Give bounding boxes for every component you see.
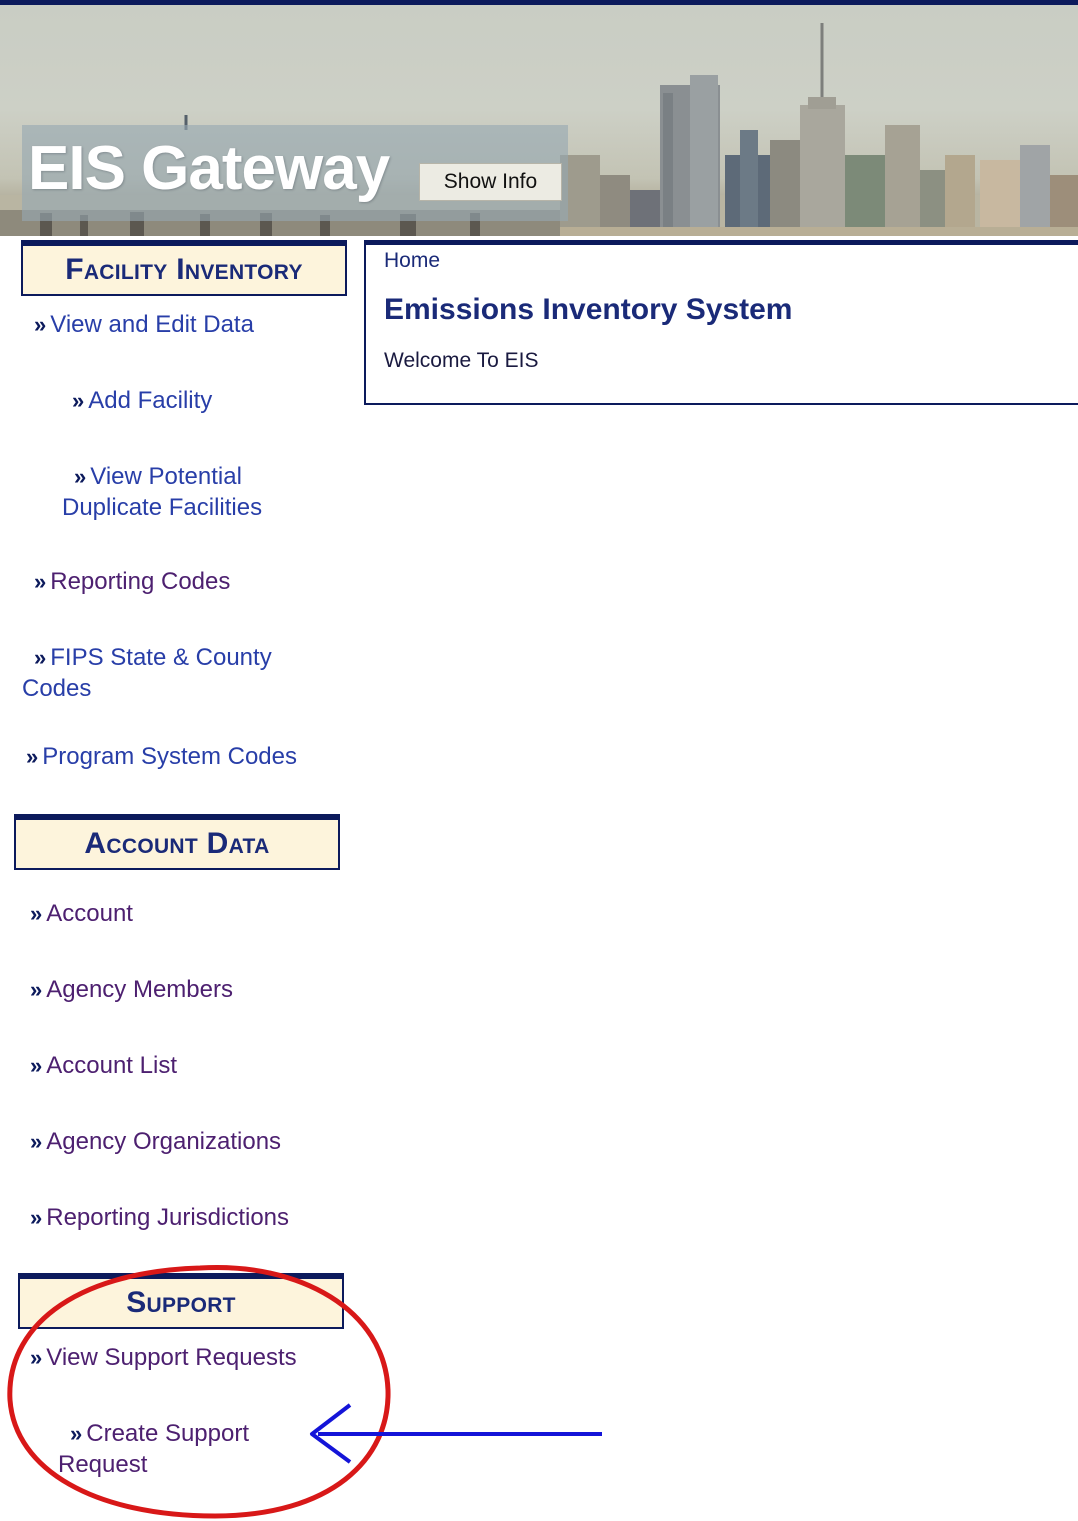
link-label: Agency Members — [46, 976, 233, 1003]
link-label-line1: FIPS State & County — [50, 644, 272, 671]
create-support-request-link[interactable]: » Create Support Request — [58, 1418, 249, 1480]
link-label-line2: Request — [58, 1451, 148, 1478]
link-label: Program System Codes — [42, 743, 298, 770]
double-chevron-right-icon: » — [72, 388, 85, 413]
link-label: View and Edit Data — [50, 311, 254, 338]
account-link[interactable]: » Account — [30, 898, 133, 929]
link-label-line2: Codes — [22, 675, 92, 702]
breadcrumb-home[interactable]: Home — [384, 249, 440, 273]
site-title: EIS Gateway — [28, 134, 390, 203]
link-label: View Support Requests — [46, 1344, 297, 1371]
agency-organizations-link[interactable]: » Agency Organizations — [30, 1126, 281, 1157]
agency-members-link[interactable]: » Agency Members — [30, 974, 233, 1005]
double-chevron-right-icon: » — [34, 312, 47, 337]
link-label: Account — [46, 900, 133, 927]
link-label-line2: Duplicate Facilities — [62, 494, 263, 521]
welcome-text: Welcome To EIS — [384, 349, 539, 372]
double-chevron-right-icon: » — [34, 569, 47, 594]
reporting-codes-link[interactable]: » Reporting Codes — [34, 566, 230, 597]
reporting-jurisdictions-link[interactable]: » Reporting Jurisdictions — [30, 1202, 289, 1233]
facility-inventory-header: Facility Inventory — [21, 240, 347, 296]
link-label: Reporting Codes — [50, 568, 231, 595]
double-chevron-right-icon: » — [26, 744, 39, 769]
show-info-button[interactable]: Show Info — [419, 163, 562, 201]
link-label: Account List — [46, 1052, 177, 1079]
double-chevron-right-icon: » — [34, 645, 47, 670]
view-potential-duplicate-facilities-link[interactable]: » View Potential Duplicate Facilities — [62, 461, 262, 523]
double-chevron-right-icon: » — [30, 977, 43, 1002]
account-list-link[interactable]: » Account List — [30, 1050, 177, 1081]
link-label: Add Facility — [88, 387, 213, 414]
account-data-header: Account Data — [14, 814, 340, 870]
view-support-requests-link[interactable]: » View Support Requests — [30, 1342, 297, 1373]
view-and-edit-data-link[interactable]: » View and Edit Data — [34, 309, 254, 340]
link-label: Reporting Jurisdictions — [46, 1204, 290, 1231]
fips-state-county-codes-link[interactable]: » FIPS State & County Codes — [22, 642, 272, 704]
double-chevron-right-icon: » — [30, 1205, 43, 1230]
double-chevron-right-icon: » — [30, 1129, 43, 1154]
program-system-codes-link[interactable]: » Program System Codes — [26, 741, 297, 772]
page-title: Emissions Inventory System — [384, 293, 793, 326]
support-header: Support — [18, 1273, 344, 1329]
double-chevron-right-icon: » — [30, 1053, 43, 1078]
arrow-left-icon — [310, 1403, 602, 1464]
double-chevron-right-icon: » — [70, 1421, 83, 1446]
double-chevron-right-icon: » — [74, 464, 87, 489]
double-chevron-right-icon: » — [30, 1345, 43, 1370]
link-label: Agency Organizations — [46, 1128, 282, 1155]
link-label-line1: View Potential — [90, 463, 242, 490]
add-facility-link[interactable]: » Add Facility — [72, 385, 212, 416]
double-chevron-right-icon: » — [30, 901, 43, 926]
link-label-line1: Create Support — [86, 1420, 250, 1447]
